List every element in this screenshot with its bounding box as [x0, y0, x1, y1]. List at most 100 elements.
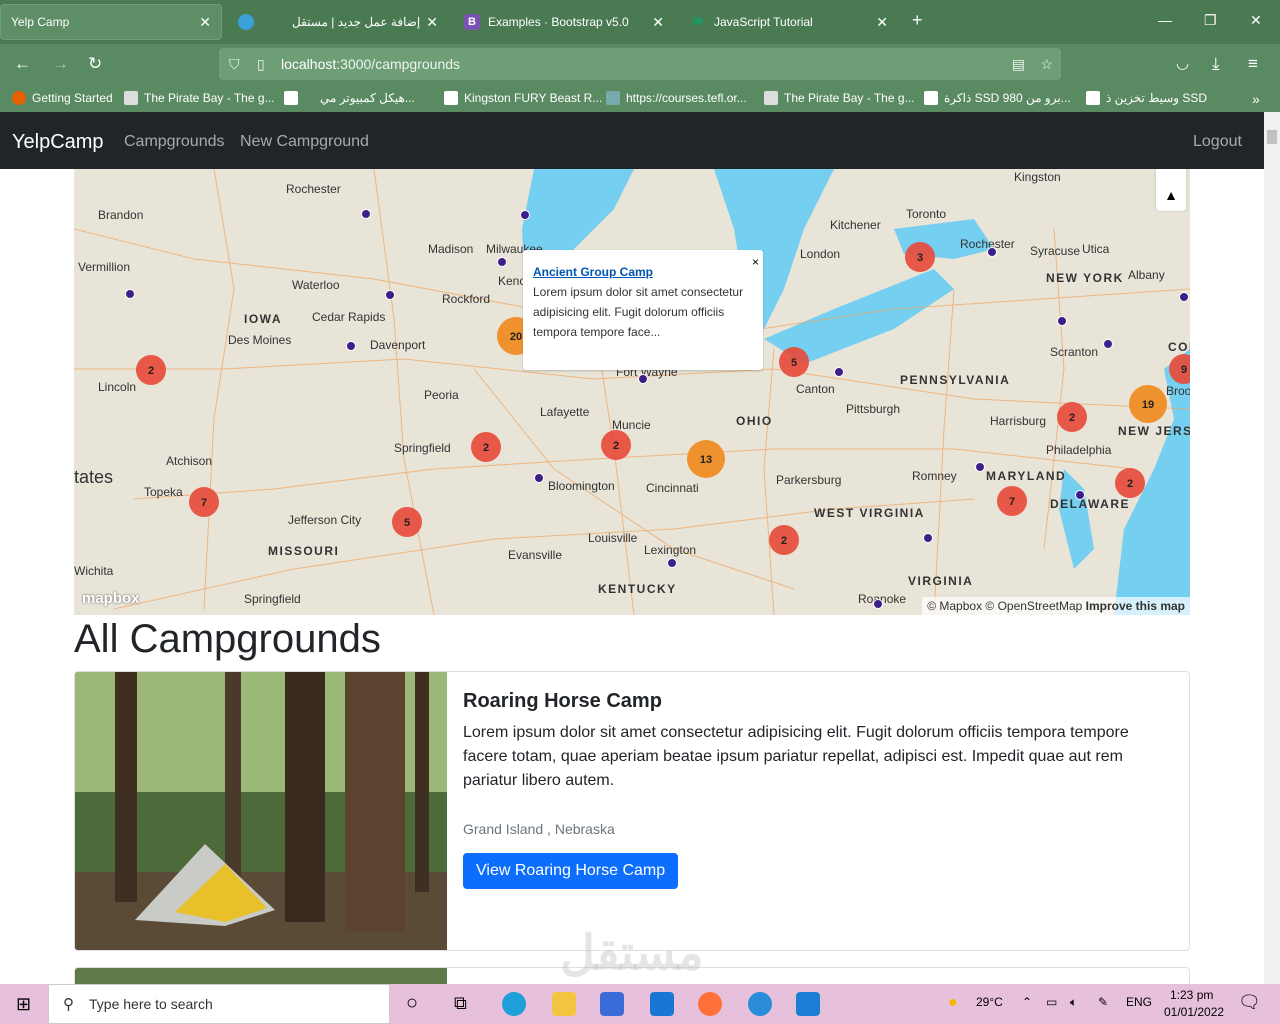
close-icon[interactable]: ✕	[652, 14, 664, 31]
mail-icon[interactable]	[650, 992, 674, 1016]
close-icon[interactable]: ✕	[199, 14, 211, 31]
map-zoom-controls[interactable]: ▲	[1156, 169, 1186, 211]
brand-link[interactable]: YelpCamp	[12, 131, 104, 154]
bookmark-item[interactable]: هيكل كمبيوتر مي...	[284, 91, 415, 105]
nav-campgrounds[interactable]: Campgrounds	[124, 133, 225, 151]
network-icon[interactable]: ▭	[1046, 995, 1057, 1009]
map-place-label: Springfield	[244, 592, 301, 606]
reader-icon[interactable]: ▤	[1012, 56, 1025, 73]
minimize-icon[interactable]: —	[1158, 12, 1172, 28]
language-indicator[interactable]: ENG	[1126, 995, 1152, 1009]
map-place-label: OHIO	[736, 414, 773, 428]
windows-start-icon[interactable]: ⊞	[16, 994, 31, 1015]
chevron-up-icon[interactable]: ⌃	[1022, 995, 1032, 1009]
volume-icon[interactable]: 🔈︎	[1070, 995, 1077, 1010]
view-campground-button[interactable]: View Roaring Horse Camp	[463, 853, 679, 889]
vscode-icon[interactable]	[796, 992, 820, 1016]
map-place-label: Kitchener	[830, 218, 881, 232]
campground-marker[interactable]	[361, 209, 371, 219]
campground-marker[interactable]	[520, 210, 530, 220]
clock-date[interactable]: 01/01/2022	[1164, 1005, 1224, 1019]
window-close-icon[interactable]: ✕	[1250, 12, 1262, 29]
restore-icon[interactable]: ❐	[1204, 12, 1217, 29]
bookmark-item[interactable]: Kingston FURY Beast R...	[444, 91, 602, 105]
chevron-right-icon[interactable]: »	[1252, 91, 1260, 107]
weather-icon[interactable]: ●	[948, 994, 958, 1012]
bookmark-item[interactable]: https://courses.tefl.or...	[606, 91, 747, 105]
star-icon[interactable]: ☆	[1040, 56, 1053, 73]
campground-marker[interactable]	[1103, 339, 1113, 349]
map-place-label: VIRGINIA	[908, 574, 973, 588]
campground-marker[interactable]	[873, 599, 883, 609]
taskbar-search[interactable]: ⚲ Type here to search	[48, 984, 390, 1024]
campground-marker[interactable]	[534, 473, 544, 483]
campground-marker[interactable]	[385, 290, 395, 300]
url-path: :3000/campgrounds	[336, 56, 461, 72]
campground-marker[interactable]	[638, 374, 648, 384]
back-icon[interactable]: ←	[14, 54, 31, 74]
close-icon[interactable]: ✕	[876, 14, 888, 31]
reload-icon[interactable]: ↻	[88, 54, 102, 74]
new-tab-icon[interactable]: +	[912, 10, 923, 31]
campground-marker[interactable]	[125, 289, 135, 299]
tab-mostaql[interactable]: إضافة عمل جديد | مستقل ✕	[228, 4, 448, 40]
campground-marker[interactable]	[1075, 490, 1085, 500]
bookmark-item[interactable]: وسيط تخزين ذ SSD	[1086, 91, 1207, 105]
campground-marker[interactable]	[497, 257, 507, 267]
menu-icon[interactable]: ≡	[1248, 54, 1258, 74]
campground-marker[interactable]	[923, 533, 933, 543]
mapbox-logo[interactable]: mapbox	[82, 590, 140, 607]
tab-yelp-camp[interactable]: Yelp Camp ✕	[0, 4, 222, 40]
attribution-text[interactable]: © Mapbox © OpenStreetMap	[927, 599, 1082, 613]
weather-temp[interactable]: 29°C	[976, 995, 1003, 1009]
campground-marker[interactable]	[834, 367, 844, 377]
bookmark-label: Kingston FURY Beast R...	[464, 91, 603, 105]
download-icon[interactable]: ⤓	[1212, 54, 1220, 74]
tab-bootstrap[interactable]: B Examples · Bootstrap v5.0 ✕	[454, 4, 674, 40]
watermark: مستقل	[560, 927, 704, 980]
task-view-icon[interactable]: ⧉	[454, 993, 467, 1014]
bookmark-item[interactable]: The Pirate Bay - The g...	[764, 91, 915, 105]
scrollbar-thumb[interactable]	[1267, 130, 1277, 144]
bookmark-item[interactable]: The Pirate Bay - The g...	[124, 91, 275, 105]
map-place-label: WEST VIRGINIA	[814, 506, 925, 520]
store-icon[interactable]	[600, 992, 624, 1016]
improve-map-link[interactable]: Improve this map	[1086, 599, 1185, 613]
nav-new-campground[interactable]: New Campground	[240, 133, 369, 151]
bookmark-label: هيكل كمبيوتر مي...	[320, 91, 415, 105]
forward-icon[interactable]: →	[52, 54, 69, 74]
campground-marker[interactable]	[346, 341, 356, 351]
firefox-dev-icon[interactable]	[748, 992, 772, 1016]
close-icon[interactable]: ✕	[426, 14, 438, 31]
pocket-icon[interactable]: ◡	[1176, 54, 1189, 72]
bookmark-item[interactable]: Getting Started	[12, 91, 113, 105]
tab-javascript[interactable]: W JavaScript Tutorial ✕	[680, 4, 898, 40]
bookmark-label: ذاكرة SSD 980 برو من...	[944, 91, 1071, 105]
compass-icon[interactable]: ▲	[1156, 187, 1186, 203]
map-place-label: Scranton	[1050, 345, 1098, 359]
logout-link[interactable]: Logout	[1193, 133, 1242, 151]
cluster-map[interactable]: Rochester Brandon Madison Milwaukee Vermilli…	[74, 169, 1190, 615]
cortana-icon[interactable]: ○	[406, 992, 418, 1015]
tent-forest-image	[75, 672, 447, 950]
campground-marker[interactable]	[987, 247, 997, 257]
clock-time[interactable]: 1:23 pm	[1170, 988, 1213, 1002]
popup-close-button[interactable]: ×	[752, 252, 759, 272]
file-explorer-icon[interactable]	[552, 992, 576, 1016]
bookmark-item[interactable]: ذاكرة SSD 980 برو من...	[924, 91, 1071, 105]
popup-title-link[interactable]: Ancient Group Camp	[533, 265, 653, 279]
cluster-count: 2	[1069, 412, 1075, 424]
edge-icon[interactable]	[502, 992, 526, 1016]
campground-marker[interactable]	[1057, 316, 1067, 326]
pen-icon[interactable]: ✎	[1098, 995, 1108, 1009]
map-place-label: tates	[74, 467, 113, 487]
campground-marker[interactable]	[667, 558, 677, 568]
firefox-icon[interactable]	[698, 992, 722, 1016]
notifications-icon[interactable]: 🗨︎	[1238, 992, 1261, 1013]
map-place-label: Parkersburg	[776, 473, 841, 487]
campground-marker[interactable]	[975, 462, 985, 472]
map-canvas[interactable]: RochesterBrandonMadison MilwaukeeVermilli…	[74, 169, 1190, 615]
url-bar[interactable]: ⛉ ▯ localhost :3000/campgrounds ▤ ☆	[219, 48, 1061, 80]
page-scrollbar[interactable]	[1264, 112, 1280, 984]
campground-marker[interactable]	[1179, 292, 1189, 302]
